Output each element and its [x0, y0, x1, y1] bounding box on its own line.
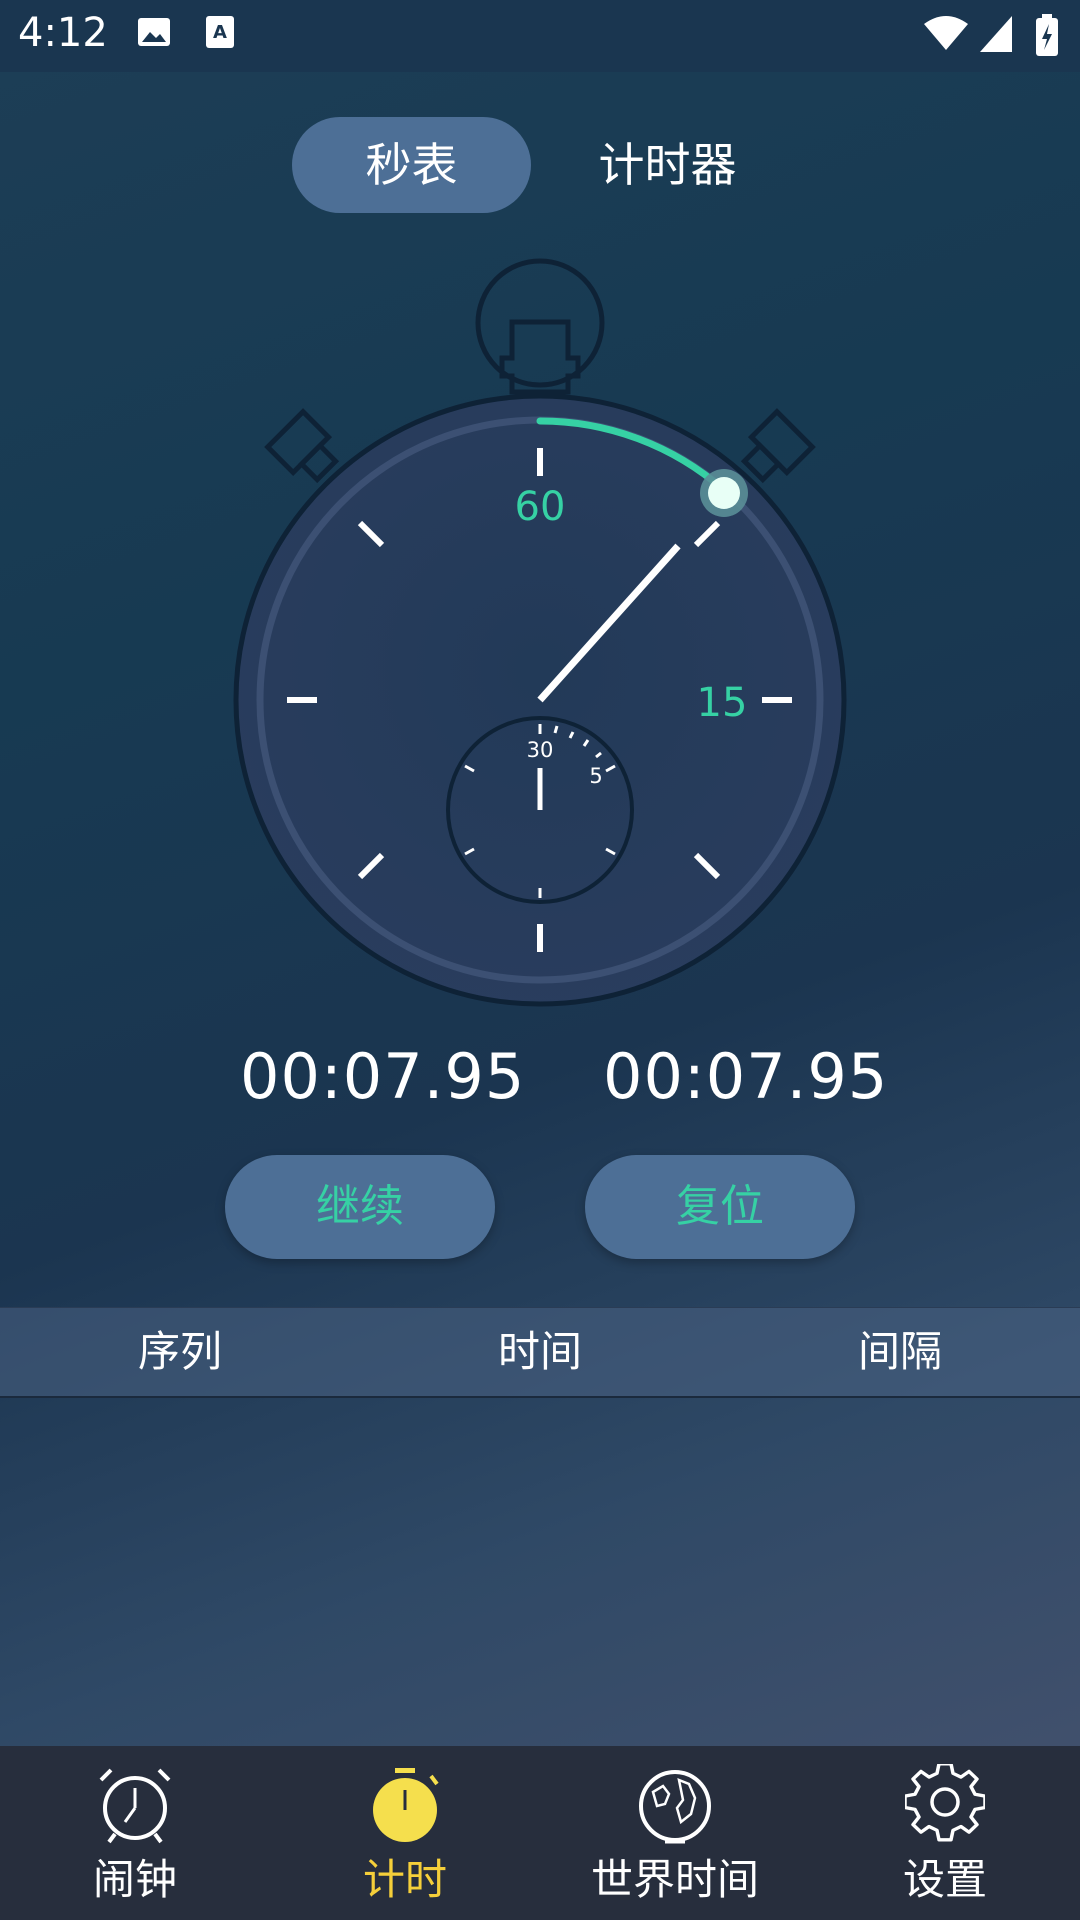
total-time-readout: 00:07.95 — [240, 1040, 526, 1113]
signal-icon — [980, 16, 1012, 52]
image-icon — [138, 18, 170, 46]
lap-header-index: 序列 — [137, 1327, 222, 1376]
dial-label-15: 15 — [697, 680, 748, 726]
bottom-nav: 闹钟 计时 世界时间 设置 — [0, 1746, 1080, 1920]
progress-knob — [708, 477, 740, 509]
status-bar: 4:12 A — [0, 0, 1080, 72]
battery-charging-icon — [1036, 14, 1058, 56]
lap-time-readout: 00:07.95 — [603, 1040, 889, 1113]
lap-header-time: 时间 — [497, 1327, 582, 1376]
tab-timer[interactable]: 计时器 — [560, 117, 775, 213]
stopwatch-dial: 60 15 30 5 — [0, 250, 1080, 1030]
alarm-clock-icon — [99, 1768, 171, 1844]
text-input-icon: A — [206, 16, 234, 48]
nav-label-stopwatch: 计时 — [362, 1855, 447, 1904]
nav-item-settings[interactable]: 设置 — [810, 1746, 1080, 1920]
lap-table-header: 序列 时间 间隔 — [0, 1307, 1080, 1398]
sub-dial-label-30: 30 — [527, 738, 554, 762]
mode-tabs: 秒表 计时器 — [0, 117, 1080, 213]
status-time: 4:12 — [18, 10, 108, 56]
stopwatch-dial-graphic: 60 15 30 5 — [233, 258, 847, 1007]
globe-icon — [639, 1770, 711, 1844]
gear-icon — [905, 1764, 985, 1842]
nav-label-alarm: 闹钟 — [92, 1855, 177, 1904]
continue-button[interactable]: 继续 — [225, 1155, 495, 1259]
wifi-icon — [924, 16, 968, 50]
nav-label-world-time: 世界时间 — [590, 1855, 759, 1904]
dial-label-60: 60 — [515, 484, 566, 530]
nav-item-stopwatch[interactable]: 计时 — [270, 1746, 540, 1920]
tab-stopwatch[interactable]: 秒表 — [292, 117, 531, 213]
nav-label-settings: 设置 — [902, 1855, 987, 1904]
nav-item-world-time[interactable]: 世界时间 — [540, 1746, 810, 1920]
stopwatch-icon — [373, 1768, 439, 1842]
sub-dial-label-5: 5 — [589, 764, 602, 788]
lap-header-interval: 间隔 — [857, 1327, 942, 1376]
lap-list — [0, 1396, 1080, 1746]
svg-text:A: A — [213, 22, 227, 43]
nav-item-alarm[interactable]: 闹钟 — [0, 1746, 270, 1920]
reset-button[interactable]: 复位 — [585, 1155, 855, 1259]
